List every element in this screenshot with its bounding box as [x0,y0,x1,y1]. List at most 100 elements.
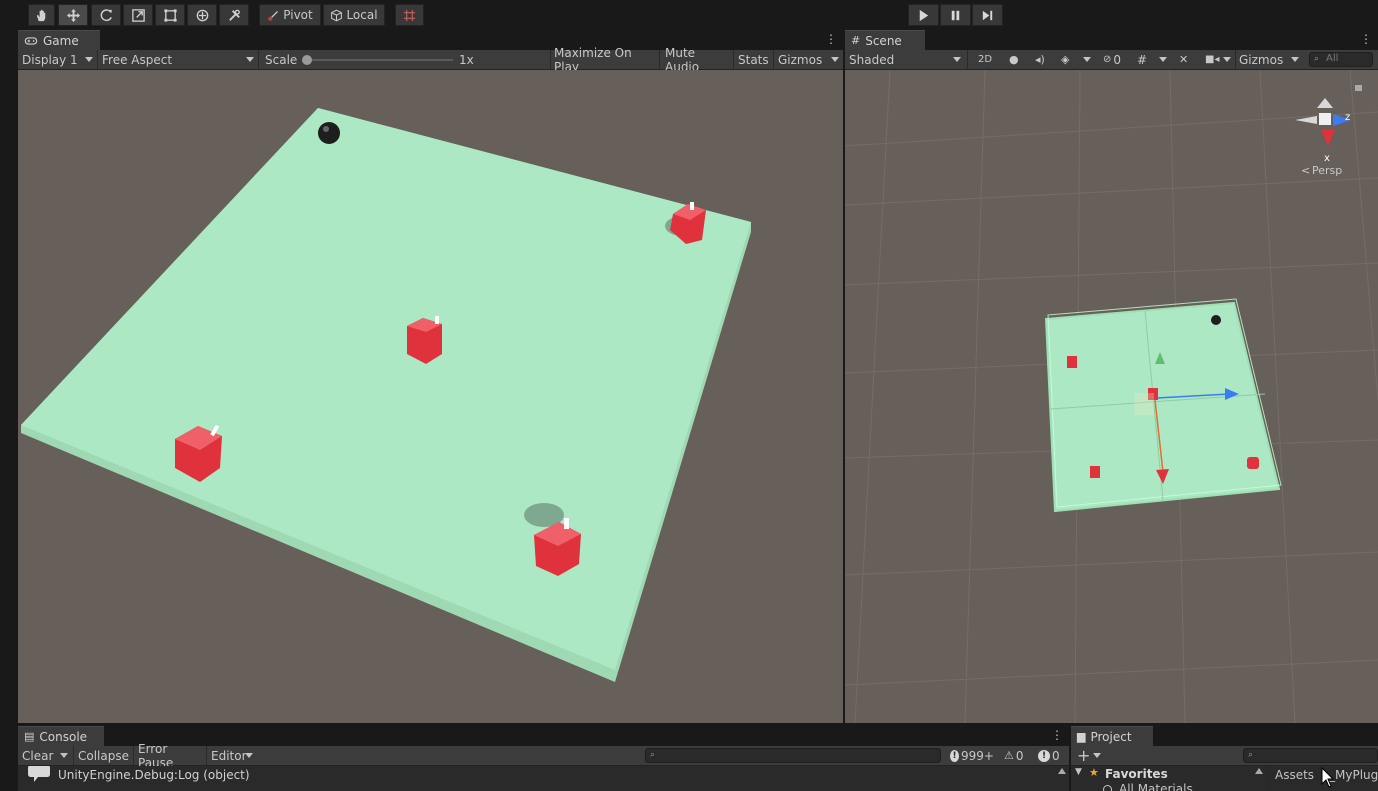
scene-viewport[interactable]: z x < Persp [845,70,1378,723]
scene-control-bar: Shaded 2D ● ◂) ◈ ⊘ 0 # ✕ ■◂ Gizmos ⌕ All [845,50,1378,70]
play-icon [919,9,929,21]
warning-icon: ⚠ [1004,749,1014,762]
console-menu-icon[interactable]: ⋮ [1051,728,1063,742]
console-log-list: UnityEngine.Debug:Log (object) [18,766,1069,791]
gamepad-icon [24,36,38,45]
scene-visibility-toggle[interactable]: ⊘ 0 [1099,50,1129,69]
game-menu-icon[interactable]: ⋮ [825,32,837,46]
effects-dropdown[interactable] [1077,50,1095,69]
scene-menu-icon[interactable]: ⋮ [1360,32,1372,46]
scene-gizmos-dropdown[interactable] [1287,50,1303,69]
warning-count: 0 [1015,748,1024,763]
tab-game-label: Game [43,33,79,48]
effects-toggle[interactable]: ◈ [1057,50,1077,69]
main-toolbar: Pivot Local [0,0,1378,30]
scene-cube [1090,466,1100,478]
tab-game[interactable]: Game [18,30,100,50]
grid-toggle[interactable]: # [1133,50,1155,69]
scene-ball [1211,315,1221,325]
pause-button[interactable] [940,4,971,26]
lighting-toggle[interactable]: ● [1005,50,1025,69]
favorites-expand-icon[interactable]: ▼ [1075,767,1082,777]
ball [318,122,340,144]
warning-filter-toggle[interactable]: ⚠ 0 [1000,746,1032,765]
editor-dropdown[interactable]: Editor [207,746,257,765]
camera-dropdown[interactable] [1219,50,1235,69]
scale-tool-button[interactable] [123,4,153,26]
game-gizmos-toggle[interactable]: Gizmos [774,50,826,69]
game-gizmos-dropdown[interactable] [826,50,843,69]
create-dropdown[interactable] [1091,746,1105,765]
scale-slider[interactable] [302,55,453,65]
error-filter-toggle[interactable]: ! 0 [1034,746,1068,765]
tab-console[interactable]: ▤ Console [18,726,104,746]
aspect-dropdown[interactable]: Free Aspect [98,50,258,69]
error-pause-toggle[interactable]: Error Pause [134,742,206,770]
pivot-label: Pivot [283,8,313,22]
breadcrumb-folder[interactable]: _MyPlug [1329,768,1378,782]
create-add-icon[interactable]: + [1073,746,1093,765]
hand-tool-button[interactable] [28,4,55,26]
grid-dropdown[interactable] [1155,50,1171,69]
display-dropdown[interactable]: Display 1 [18,50,97,69]
custom-tool-button[interactable] [219,4,249,26]
info-icon: ! [950,749,960,762]
maximize-on-play-toggle[interactable]: Maximize On Play [550,46,659,74]
log-entry-icon [26,764,52,784]
move-icon [66,8,80,22]
clear-dropdown[interactable] [56,746,72,765]
all-materials-item[interactable]: All Materials [1119,782,1193,791]
rotate-icon [100,8,112,21]
game-panel: Game ⋮ Display 1 Free Aspect Scale 1x Ma… [18,30,843,723]
shading-label: Shaded [849,52,895,67]
game-control-bar: Display 1 Free Aspect Scale 1x Maximize … [18,46,843,74]
console-scrollbar[interactable] [1058,768,1066,788]
shading-dropdown[interactable]: Shaded [845,50,965,69]
scene-cube [1247,457,1259,469]
local-toggle[interactable]: Local [323,4,385,26]
scene-gizmos-toggle[interactable]: Gizmos [1235,50,1289,69]
lock-icon[interactable] [1355,85,1362,91]
move-tool-button[interactable] [58,4,88,26]
project-search-input[interactable]: ⌕ [1243,748,1378,763]
hash-grid-icon: # [851,34,861,47]
play-button[interactable] [908,4,939,26]
project-tree-scrollbar[interactable] [1255,768,1263,774]
pivot-toggle[interactable]: Pivot [259,4,321,26]
log-filter-toggle[interactable]: ! 999+ [946,746,998,765]
transform-tool-button[interactable] [187,4,217,26]
hand-icon [36,9,46,21]
aspect-label: Free Aspect [102,52,173,67]
scene-search-input[interactable]: ⌕ All [1309,52,1373,67]
rotate-tool-button[interactable] [91,4,121,26]
collapse-toggle[interactable]: Collapse [74,746,132,765]
error-count: 0 [1052,748,1060,763]
pause-icon [951,10,960,20]
console-search-input[interactable]: ⌕ [645,748,941,763]
game-render [18,70,843,723]
tab-scene[interactable]: # Scene [845,30,925,50]
grid-snap-button[interactable] [395,4,424,26]
mute-audio-toggle[interactable]: Mute Audio [661,46,733,74]
tab-project[interactable]: ▆ Project [1071,726,1153,746]
star-icon: ★ [1089,766,1099,779]
console-icon: ▤ [24,730,35,743]
mouse-cursor-icon [1321,767,1335,788]
local-label: Local [346,8,378,22]
favorites-label[interactable]: Favorites [1105,767,1168,781]
persp-label[interactable]: Persp [1312,164,1342,177]
stats-toggle[interactable]: Stats [734,50,772,69]
scene-tools-toggle[interactable]: ✕ [1175,50,1197,69]
pivot-icon [268,10,279,21]
mode-2d-toggle[interactable]: 2D [973,50,997,69]
axis-x-label: x [1324,153,1330,164]
layers-icon: ◈ [1061,53,1070,66]
log-entry-text[interactable]: UnityEngine.Debug:Log (object) [58,768,250,782]
rect-tool-button[interactable] [155,4,185,26]
step-button[interactable] [972,4,1003,26]
game-viewport[interactable] [18,70,843,723]
scale-slider-handle[interactable] [302,55,312,65]
audio-toggle[interactable]: ◂) [1031,50,1051,69]
breadcrumb-assets[interactable]: Assets [1275,768,1314,782]
clear-button[interactable]: Clear [18,746,56,765]
